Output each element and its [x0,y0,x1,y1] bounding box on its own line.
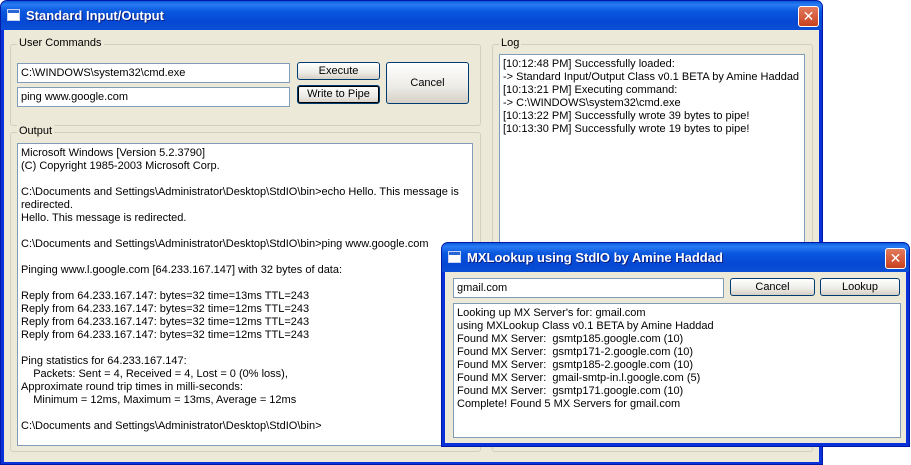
cancel-button[interactable]: Cancel [386,62,469,104]
log-line: [10:13:21 PM] Executing command: [503,84,678,96]
main-title-bar[interactable]: Standard Input/Output ✕ [1,1,822,30]
lookup-button[interactable]: Lookup [820,278,900,296]
mx-result-line: Found MX Server: gsmtp171-2.google.com (… [457,346,694,358]
write-to-pipe-button[interactable]: Write to Pipe [297,85,380,104]
output-line: Approximate round trip times in milli-se… [21,381,243,393]
output-line: (C) Copyright 1985-2003 Microsoft Corp. [21,160,220,172]
output-line: Pinging www.l.google.com [64.233.167.147… [21,264,343,276]
mx-result-line: Found MX Server: gsmtp171.google.com (10… [457,385,684,397]
output-line: C:\Documents and Settings\Administrator\… [21,238,429,250]
mx-result-line: Looking up MX Server's for: gmail.com [457,307,646,319]
user-commands-label: User Commands [17,37,104,49]
log-line: [10:13:30 PM] Successfully wrote 19 byte… [503,123,750,135]
user-commands-group: User Commands C:\WINDOWS\system32\cmd.ex… [10,37,481,126]
output-line: Reply from 64.233.167.147: bytes=32 time… [21,329,310,341]
output-label: Output [17,125,55,137]
log-line: [10:13:22 PM] Successfully wrote 39 byte… [503,110,750,122]
app-icon [448,251,461,263]
output-line: Reply from 64.233.167.147: bytes=32 time… [21,316,310,328]
output-line: Minimum = 12ms, Maximum = 13ms, Average … [21,394,297,406]
mx-title-bar[interactable]: MXLookup using StdIO by Amine Haddad ✕ [442,243,909,272]
main-window-title: Standard Input/Output [26,8,164,23]
mx-result-line: using MXLookup Class v0.1 BETA by Amine … [457,320,714,332]
output-line: Hello. This message is redirected. [21,212,187,224]
close-icon[interactable]: ✕ [885,248,906,269]
output-line: Reply from 64.233.167.147: bytes=32 time… [21,290,310,302]
log-line: -> Standard Input/Output Class v0.1 BETA… [503,71,800,83]
output-line: Microsoft Windows [Version 5.2.3790] [21,147,206,159]
mx-result-line: Found MX Server: gsmtp185-2.google.com (… [457,359,694,371]
pipe-input[interactable]: ping www.google.com [17,87,290,107]
close-icon[interactable]: ✕ [798,6,819,27]
mx-result-line: Complete! Found 5 MX Servers for gmail.c… [457,398,681,410]
app-icon [7,9,20,21]
mx-cancel-button[interactable]: Cancel [730,278,815,296]
domain-input[interactable]: gmail.com [453,278,724,298]
output-line: C:\Documents and Settings\Administrator\… [21,186,459,198]
mx-result-line: Found MX Server: gmail-smtp-in.l.google.… [457,372,701,384]
output-line: redirected. [21,199,73,211]
mx-results-area[interactable]: Looking up MX Server's for: gmail.com usi… [453,303,901,438]
command-input[interactable]: C:\WINDOWS\system32\cmd.exe [17,63,290,83]
mx-client-area: gmail.com Cancel Lookup Looking up MX Se… [445,272,906,443]
execute-button[interactable]: Execute [297,62,380,80]
output-line: Ping statistics for 64.233.167.147: [21,355,187,367]
log-line: -> C:\WINDOWS\system32\cmd.exe [503,97,681,109]
mx-result-line: Found MX Server: gsmtp185.google.com (10… [457,333,684,345]
mx-window: MXLookup using StdIO by Amine Haddad ✕ g… [441,242,910,447]
output-line: Reply from 64.233.167.147: bytes=32 time… [21,303,310,315]
output-group: Output Microsoft Windows [Version 5.2.37… [10,125,481,452]
output-text-area[interactable]: Microsoft Windows [Version 5.2.3790] (C) … [17,143,473,446]
output-line: C:\Documents and Settings\Administrator\… [21,420,322,432]
output-line: Packets: Sent = 4, Received = 4, Lost = … [21,368,288,380]
log-line: [10:12:48 PM] Successfully loaded: [503,58,675,70]
log-label: Log [499,37,522,49]
mx-window-title: MXLookup using StdIO by Amine Haddad [467,250,723,265]
